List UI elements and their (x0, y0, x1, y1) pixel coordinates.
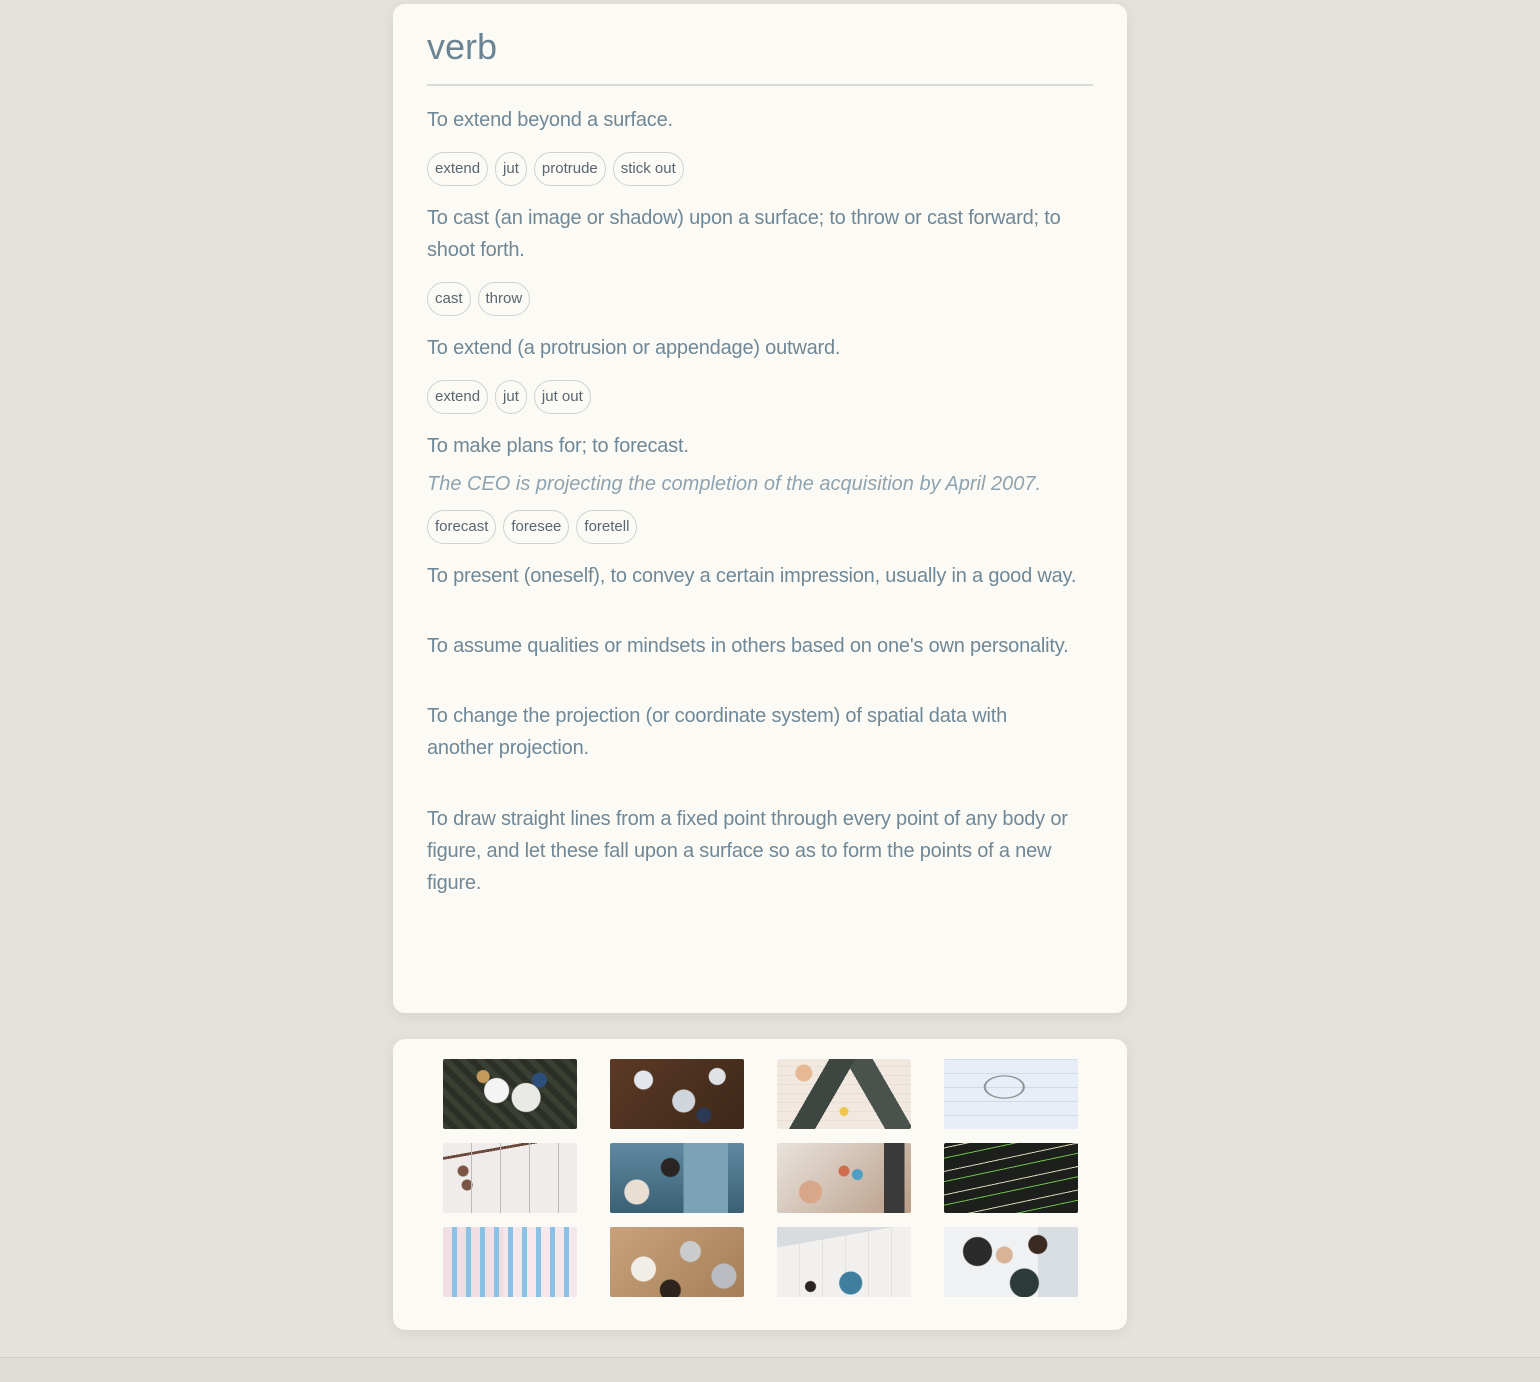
keyboards-desk-photo[interactable] (777, 1059, 911, 1129)
code-screen-photo[interactable] (944, 1143, 1078, 1213)
definition-item: To cast (an image or shadow) upon a surf… (427, 202, 1093, 316)
page: verb To extend beyond a surface. extend … (0, 0, 1540, 1382)
definition-item: To draw straight lines from a fixed poin… (427, 803, 1093, 899)
coffee-laptop-photo[interactable] (777, 1227, 911, 1297)
synonym-chip[interactable]: stick out (612, 152, 684, 186)
definition-item: To make plans for; to forecast. The CEO … (427, 430, 1093, 544)
definition-text: To assume qualities or mindsets in other… (427, 635, 1069, 657)
synonym-list: extend jut protrude stick out (427, 152, 1093, 186)
definition-item: To present (oneself), to convey a certai… (427, 560, 1093, 592)
synonym-chip[interactable]: throw (477, 282, 531, 316)
synonym-list: cast throw (427, 282, 1093, 316)
sticky-notes-board-photo[interactable] (443, 1227, 577, 1297)
desk-overhead-photo[interactable] (610, 1227, 744, 1297)
synonym-chip[interactable]: cast (427, 282, 471, 316)
synonym-chip[interactable]: jut out (533, 380, 591, 414)
synonym-chip[interactable]: jut (495, 152, 527, 186)
planner-notebook-photo[interactable] (443, 1143, 577, 1213)
definition-text: To change the projection (or coordinate … (427, 705, 1008, 759)
charts-phone-photo[interactable] (777, 1143, 911, 1213)
synonym-chip[interactable]: foresee (503, 510, 570, 544)
definition-text: To extend beyond a surface. (427, 109, 673, 131)
definition-example: The CEO is projecting the completion of … (427, 473, 1042, 495)
definition-text: To make plans for; to forecast. (427, 435, 689, 457)
image-grid (443, 1059, 1127, 1297)
image-gallery-card (393, 1039, 1127, 1330)
synonym-list: forecast foresee foretell (427, 510, 1093, 544)
definition-item: To extend beyond a surface. extend jut p… (427, 104, 1093, 186)
meeting-table-photo[interactable] (443, 1059, 577, 1129)
synonym-chip[interactable]: forecast (427, 510, 497, 544)
sketch-drawing-photo[interactable] (944, 1059, 1078, 1129)
definitions-card: verb To extend beyond a surface. extend … (393, 4, 1127, 1013)
synonym-list: extend jut jut out (427, 380, 1093, 414)
synonym-chip[interactable]: protrude (533, 152, 606, 186)
part-of-speech-heading: verb (427, 26, 1093, 86)
woman-laptop-photo[interactable] (610, 1143, 744, 1213)
team-computer-photo[interactable] (944, 1227, 1078, 1297)
synonym-chip[interactable]: extend (427, 152, 489, 186)
definition-item: To assume qualities or mindsets in other… (427, 630, 1093, 662)
definition-text: To draw straight lines from a fixed poin… (427, 808, 1068, 894)
definition-item: To extend (a protrusion or appendage) ou… (427, 332, 1093, 414)
definition-text: To cast (an image or shadow) upon a surf… (427, 207, 1061, 261)
definition-text: To extend (a protrusion or appendage) ou… (427, 337, 841, 359)
definition-text: To present (oneself), to convey a certai… (427, 565, 1077, 587)
bottom-bar (0, 1357, 1540, 1382)
definition-list: To extend beyond a surface. extend jut p… (427, 104, 1093, 899)
synonym-chip[interactable]: extend (427, 380, 489, 414)
definition-item: To change the projection (or coordinate … (427, 700, 1093, 764)
synonym-chip[interactable]: foretell (576, 510, 638, 544)
team-laptops-photo[interactable] (610, 1059, 744, 1129)
synonym-chip[interactable]: jut (495, 380, 527, 414)
